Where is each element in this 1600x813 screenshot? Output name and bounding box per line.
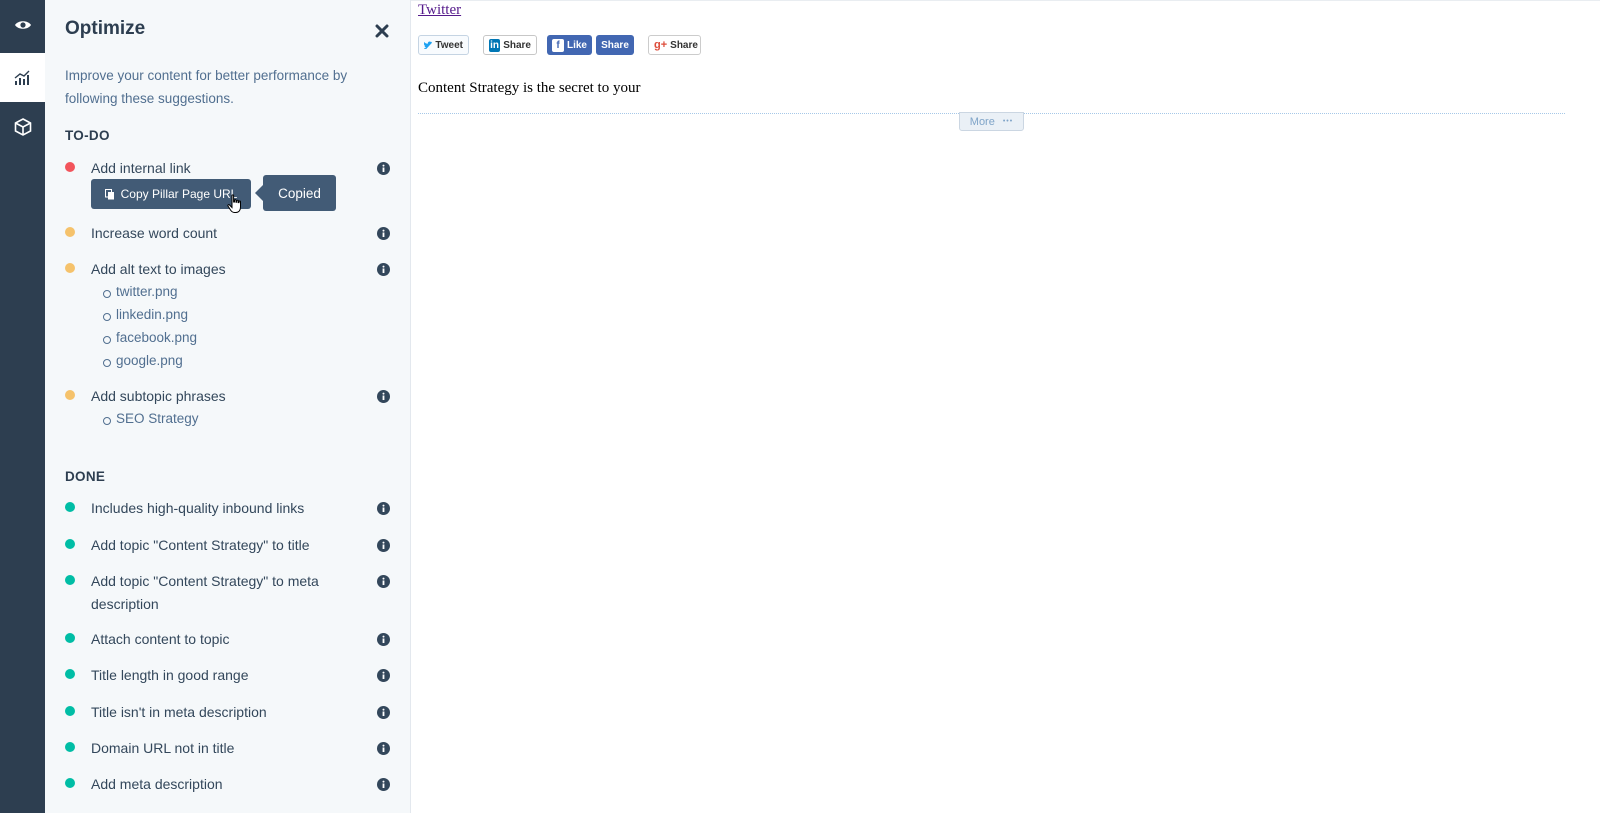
status-dot-green bbox=[65, 706, 75, 716]
tweet-label: Tweet bbox=[435, 39, 463, 51]
todo-item-label: Add subtopic phrases bbox=[91, 388, 226, 404]
linkedin-icon: in bbox=[489, 38, 501, 52]
done-item-label: Includes high-quality inbound links bbox=[91, 500, 305, 516]
optimize-tab-button[interactable] bbox=[0, 53, 45, 102]
done-item-label: Add topic "Content Strategy" to title bbox=[91, 537, 310, 553]
content-preview: Twitter Tweet in Share f Like Share g+ S… bbox=[411, 0, 1600, 813]
info-icon[interactable] bbox=[377, 742, 390, 755]
subtopic-list-item: SEO Strategy bbox=[103, 411, 199, 426]
google-plus-icon: g+ bbox=[654, 39, 668, 51]
facebook-icon: f bbox=[552, 38, 564, 52]
facebook-share-button[interactable]: Share bbox=[596, 35, 634, 55]
facebook-like-button[interactable]: f Like bbox=[547, 35, 592, 55]
status-dot-green bbox=[65, 575, 75, 585]
done-item-label: Add meta description bbox=[91, 776, 223, 792]
todo-item-label: Increase word count bbox=[91, 225, 218, 241]
google-plus-share-button[interactable]: g+ Share bbox=[648, 35, 701, 55]
status-dot-yellow bbox=[65, 227, 75, 237]
done-item-label: Title isn't in meta description bbox=[91, 704, 267, 720]
todo-heading: TO-DO bbox=[65, 128, 110, 143]
status-dot-green bbox=[65, 633, 75, 643]
info-icon[interactable] bbox=[377, 263, 390, 276]
image-list-item: linkedin.png bbox=[102, 307, 189, 322]
image-list-item: twitter.png bbox=[103, 284, 178, 299]
status-dot-green bbox=[65, 742, 75, 752]
chart-icon bbox=[14, 70, 30, 85]
twitter-bird-icon bbox=[424, 41, 433, 49]
panel-description: Improve your content for better performa… bbox=[65, 68, 348, 106]
info-icon[interactable] bbox=[377, 778, 390, 791]
status-dot-yellow bbox=[65, 263, 75, 273]
tweet-button[interactable]: Tweet bbox=[418, 35, 469, 55]
ellipsis-icon: ••• bbox=[1002, 118, 1014, 125]
info-icon[interactable] bbox=[377, 706, 390, 719]
google-plus-share-label: Share bbox=[670, 39, 698, 51]
copied-tooltip: Copied bbox=[255, 175, 336, 211]
eye-icon bbox=[14, 20, 31, 29]
info-icon[interactable] bbox=[377, 390, 390, 403]
done-item-label: Domain URL not in title bbox=[91, 740, 235, 756]
done-item-label: Add topic "Content Strategy" to meta des… bbox=[91, 573, 319, 612]
linkedin-share-label: Share bbox=[503, 39, 531, 51]
optimize-panel: Optimize Improve your content for better… bbox=[45, 0, 411, 813]
close-icon bbox=[375, 24, 389, 38]
more-button[interactable]: More ••• bbox=[959, 112, 1024, 131]
status-dot-green bbox=[65, 778, 75, 788]
status-dot-green bbox=[65, 539, 75, 549]
twitter-link[interactable]: Twitter bbox=[418, 2, 461, 19]
box-icon bbox=[14, 117, 31, 136]
preview-tab-button[interactable] bbox=[0, 0, 45, 49]
panel-title: Optimize bbox=[65, 18, 146, 39]
info-icon[interactable] bbox=[377, 227, 390, 240]
status-dot-red bbox=[65, 162, 75, 172]
facebook-share-label: Share bbox=[601, 39, 629, 51]
linkedin-share-button[interactable]: in Share bbox=[483, 35, 537, 55]
close-panel-button[interactable] bbox=[374, 23, 390, 39]
status-dot-green bbox=[65, 669, 75, 679]
done-heading: DONE bbox=[65, 469, 106, 484]
done-item-label: Attach content to topic bbox=[91, 631, 230, 647]
more-label: More bbox=[969, 115, 995, 128]
status-dot-green bbox=[65, 502, 75, 512]
done-item-label: Title length in good range bbox=[91, 667, 249, 683]
info-icon[interactable] bbox=[377, 633, 390, 646]
content-body-text: Content Strategy is the secret to your bbox=[418, 80, 641, 96]
todo-item-label: Add alt text to images bbox=[91, 261, 226, 277]
copy-icon bbox=[104, 188, 114, 199]
info-icon[interactable] bbox=[377, 502, 390, 515]
facebook-like-label: Like bbox=[566, 39, 587, 51]
modules-tab-button[interactable] bbox=[0, 102, 45, 151]
info-icon[interactable] bbox=[377, 575, 390, 588]
copy-button-label: Copy Pillar Page URL bbox=[120, 187, 238, 201]
info-icon[interactable] bbox=[377, 539, 390, 552]
info-icon[interactable] bbox=[377, 162, 390, 175]
hand-cursor-icon bbox=[227, 194, 241, 213]
image-list-item: facebook.png bbox=[102, 330, 198, 345]
image-list-item: google.png bbox=[103, 353, 183, 368]
status-dot-yellow bbox=[65, 390, 75, 400]
info-icon[interactable] bbox=[377, 669, 390, 682]
icon-rail bbox=[0, 0, 45, 813]
